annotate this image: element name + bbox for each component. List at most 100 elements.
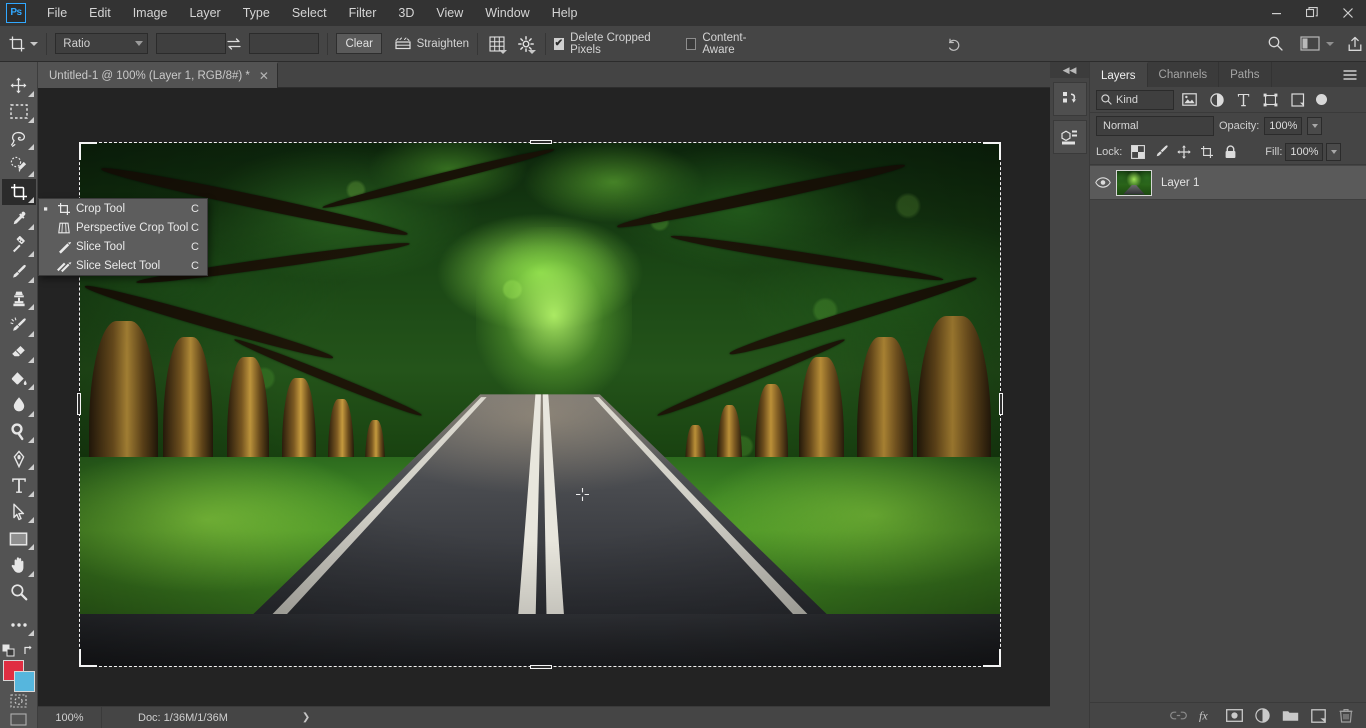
straighten-icon[interactable]: [392, 31, 414, 57]
menu-edit[interactable]: Edit: [78, 0, 122, 26]
flyout-item-slice-select-tool[interactable]: Slice Select Tool C: [39, 256, 207, 275]
menu-view[interactable]: View: [425, 0, 474, 26]
filter-type-icon[interactable]: [1232, 90, 1255, 110]
tool-blur[interactable]: [2, 392, 36, 419]
content-aware-checkbox[interactable]: Content-Aware: [685, 32, 768, 56]
fill-chevron-down-icon[interactable]: [1326, 142, 1342, 161]
tool-move[interactable]: [2, 72, 36, 99]
tool-dodge[interactable]: [2, 419, 36, 446]
layer-style-icon[interactable]: fx: [1194, 704, 1218, 728]
layer-filter-kind-select[interactable]: Kind: [1096, 89, 1174, 110]
gear-icon[interactable]: [514, 31, 536, 57]
tool-clone-stamp[interactable]: [2, 285, 36, 312]
menu-filter[interactable]: Filter: [338, 0, 388, 26]
menu-image[interactable]: Image: [122, 0, 179, 26]
menu-help[interactable]: Help: [541, 0, 589, 26]
filter-adjustment-icon[interactable]: [1205, 90, 1228, 110]
document-image[interactable]: [80, 143, 1000, 666]
reset-arrow-icon[interactable]: [942, 31, 964, 57]
tool-history-brush[interactable]: [2, 312, 36, 339]
link-layers-icon[interactable]: [1166, 704, 1190, 728]
new-group-icon[interactable]: [1278, 704, 1302, 728]
filter-smart-object-icon[interactable]: [1286, 90, 1309, 110]
tool-crop[interactable]: [1, 178, 36, 206]
collapse-panels-button[interactable]: ◀◀: [1050, 62, 1089, 78]
crop-tool-icon[interactable]: [6, 31, 28, 57]
menu-window[interactable]: Window: [474, 0, 540, 26]
layer-thumbnail[interactable]: [1116, 169, 1152, 196]
eye-icon[interactable]: [1090, 177, 1116, 188]
tool-lasso[interactable]: [2, 125, 36, 152]
grid-overlay-icon[interactable]: [486, 31, 508, 57]
close-button[interactable]: [1330, 0, 1366, 26]
tool-path-selection[interactable]: [2, 499, 36, 526]
crop-ratio-select[interactable]: Ratio: [55, 33, 148, 54]
tool-type[interactable]: [2, 472, 36, 499]
menu-type[interactable]: Type: [232, 0, 281, 26]
tool-quick-selection[interactable]: [2, 152, 36, 179]
canvas-area[interactable]: ▪ Crop Tool C Perspective Crop Tool C Sl…: [38, 88, 1050, 706]
menu-layer[interactable]: Layer: [178, 0, 231, 26]
flyout-item-crop-tool[interactable]: ▪ Crop Tool C: [39, 199, 207, 218]
blend-mode-select[interactable]: Normal: [1096, 116, 1214, 136]
tool-brush[interactable]: [2, 259, 36, 286]
close-icon[interactable]: ✕: [259, 70, 269, 82]
chevron-down-icon[interactable]: [1325, 41, 1334, 46]
tool-zoom[interactable]: [2, 579, 36, 606]
filter-pixel-icon[interactable]: [1178, 90, 1201, 110]
lock-position-icon[interactable]: [1174, 142, 1194, 162]
layer-list[interactable]: Layer 1: [1090, 165, 1366, 702]
tab-layers[interactable]: Layers: [1090, 62, 1148, 87]
layer-mask-icon[interactable]: [1222, 704, 1246, 728]
properties-panel-icon[interactable]: [1052, 120, 1087, 154]
lock-all-icon[interactable]: [1220, 142, 1240, 162]
tool-rectangular-marquee[interactable]: [2, 99, 36, 126]
zoom-level[interactable]: 100%: [38, 706, 102, 728]
status-expand-icon[interactable]: ❯: [302, 712, 310, 723]
tool-preset-chevron-down-icon[interactable]: [30, 41, 39, 46]
delete-layer-icon[interactable]: [1334, 704, 1358, 728]
lock-transparent-pixels-icon[interactable]: [1128, 142, 1148, 162]
lock-image-pixels-icon[interactable]: [1151, 142, 1171, 162]
flyout-item-perspective-crop-tool[interactable]: Perspective Crop Tool C: [39, 218, 207, 237]
screen-mode-icon[interactable]: [1299, 31, 1321, 57]
new-layer-icon[interactable]: [1306, 704, 1330, 728]
history-panel-icon[interactable]: [1052, 82, 1087, 116]
crop-tool-flyout-menu[interactable]: ▪ Crop Tool C Perspective Crop Tool C Sl…: [38, 198, 208, 276]
lock-artboard-icon[interactable]: [1197, 142, 1217, 162]
menu-3d[interactable]: 3D: [387, 0, 425, 26]
screen-mode-icon[interactable]: [2, 710, 36, 728]
adjustment-layer-icon[interactable]: [1250, 704, 1274, 728]
tab-paths[interactable]: Paths: [1219, 62, 1272, 87]
tool-eyedropper[interactable]: [2, 205, 36, 232]
layer-name[interactable]: Layer 1: [1161, 177, 1199, 189]
search-icon[interactable]: [1265, 31, 1287, 57]
crop-height-input[interactable]: [248, 33, 320, 54]
clear-button[interactable]: Clear: [336, 33, 383, 54]
default-colors-icon[interactable]: [2, 644, 15, 657]
tool-eraser[interactable]: [2, 339, 36, 366]
filter-shape-icon[interactable]: [1259, 90, 1282, 110]
straighten-label[interactable]: Straighten: [417, 38, 469, 50]
filter-toggle-icon[interactable]: [1316, 94, 1327, 105]
background-color-swatch[interactable]: [13, 670, 35, 692]
quick-mask-icon[interactable]: [2, 693, 36, 711]
crop-width-input[interactable]: [155, 33, 227, 54]
tool-rectangle[interactable]: [2, 525, 36, 552]
menu-select[interactable]: Select: [281, 0, 338, 26]
color-swatches[interactable]: [2, 659, 36, 693]
swap-arrows-icon[interactable]: [226, 37, 248, 51]
menu-file[interactable]: File: [36, 0, 78, 26]
layer-row[interactable]: Layer 1: [1090, 166, 1366, 200]
fill-input[interactable]: 100%: [1285, 142, 1324, 161]
tool-hand[interactable]: [2, 552, 36, 579]
tool-spot-healing-brush[interactable]: [2, 232, 36, 259]
swap-colors-icon[interactable]: [23, 644, 35, 656]
opacity-input[interactable]: 100%: [1264, 117, 1303, 135]
delete-cropped-pixels-checkbox[interactable]: ✔ Delete Cropped Pixels: [553, 32, 668, 56]
restore-button[interactable]: [1294, 0, 1330, 26]
panel-menu-icon[interactable]: [1340, 62, 1360, 87]
tool-edit-toolbar[interactable]: [2, 611, 36, 638]
share-upload-icon[interactable]: [1344, 31, 1366, 57]
minimize-button[interactable]: [1258, 0, 1294, 26]
